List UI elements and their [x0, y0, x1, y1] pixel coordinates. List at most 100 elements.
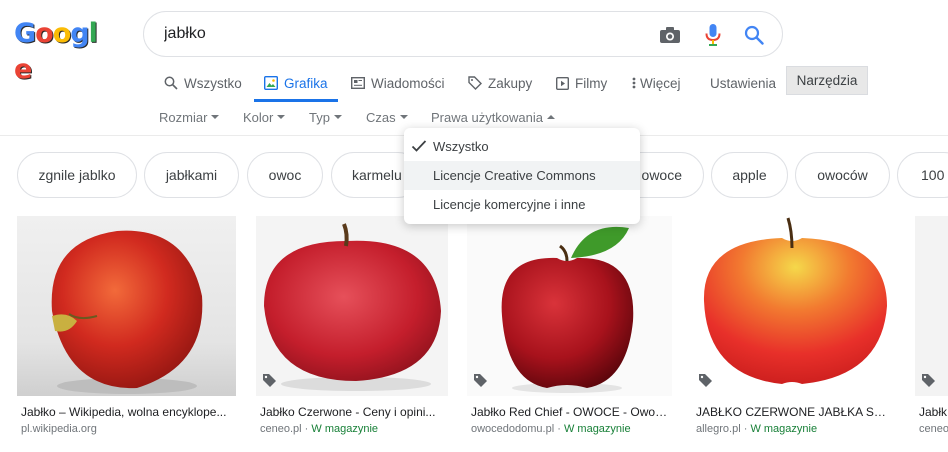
settings-link[interactable]: Ustawienia — [710, 64, 776, 102]
related-chip[interactable]: owoc — [247, 152, 323, 198]
tab-label: Wiadomości — [371, 75, 445, 91]
tab-videos[interactable]: Filmy — [556, 64, 607, 102]
result-title[interactable]: JABŁKO CZERWONE JABŁKA SZT... — [696, 405, 893, 419]
source-separator: · — [743, 423, 748, 435]
result-source: ceneo.pl · W magazynie — [260, 423, 378, 435]
filter-usage-rights[interactable]: Prawa użytkowania — [431, 106, 555, 128]
shopping-tag-icon — [473, 373, 488, 388]
stock-badge: W magazynie — [311, 423, 379, 435]
chip-label: owoc — [268, 167, 302, 183]
source-domain: owocedodomu.pl — [471, 423, 555, 435]
caret-up-icon — [547, 115, 555, 119]
camera-icon[interactable] — [657, 22, 683, 48]
related-chip[interactable]: owoców — [795, 152, 890, 198]
source-separator: · — [557, 423, 561, 435]
caret-down-icon — [399, 115, 408, 119]
related-chip[interactable]: apple — [711, 152, 788, 198]
result-title[interactable]: Jabłko Red Chief - OWOCE - Owoc... — [471, 405, 670, 419]
search-icon[interactable] — [741, 22, 767, 48]
related-chip[interactable]: zgnile jablko — [17, 152, 137, 198]
stock-badge: W magazynie — [563, 423, 631, 435]
tab-label: Ustawienia — [710, 75, 777, 91]
source-domain: allegro.pl — [696, 423, 741, 435]
filter-label: Typ — [309, 109, 330, 125]
logo-letter: g — [70, 18, 89, 49]
chip-label: apple — [732, 167, 767, 183]
chip-label: owoce — [641, 167, 682, 183]
tab-label: Zakupy — [488, 75, 533, 91]
stock-badge: W magazynie — [750, 423, 818, 435]
result-source: owocedodomu.pl · W magazynie — [471, 423, 631, 435]
tab-all[interactable]: Wszystko — [164, 64, 242, 102]
filter-color[interactable]: Kolor — [243, 106, 286, 128]
shopping-tag-icon — [698, 373, 713, 388]
result-title[interactable]: Jabłk — [919, 405, 948, 419]
image-icon — [264, 76, 278, 90]
tab-label: Grafika — [284, 75, 328, 91]
result-source: pl.wikipedia.org — [21, 423, 97, 435]
apple-thumbnail[interactable] — [915, 216, 948, 396]
dropdown-item-label: Licencje komercyjne i inne — [433, 197, 586, 212]
tab-label: Wszystko — [184, 75, 242, 91]
filter-label: Kolor — [243, 109, 274, 125]
source-separator: · — [304, 423, 309, 435]
tab-more[interactable]: Więcej — [632, 64, 681, 102]
search-input[interactable] — [164, 24, 644, 44]
tag-icon — [468, 76, 482, 90]
apple-thumbnail[interactable] — [467, 216, 672, 396]
chip-label: 100 r — [921, 167, 948, 183]
caret-down-icon — [211, 115, 220, 119]
result-title[interactable]: Jabłko Czerwone - Ceny i opini... — [260, 405, 446, 419]
apple-thumbnail[interactable] — [17, 216, 236, 396]
caret-down-icon — [277, 115, 286, 119]
filter-label: Prawa użytkowania — [431, 109, 543, 125]
checkmark-icon — [411, 139, 427, 156]
source-domain: pl.wikipedia.org — [21, 423, 97, 435]
search-box — [143, 11, 783, 57]
chip-label: zgnile jablko — [38, 167, 116, 183]
play-icon — [556, 76, 569, 90]
related-chip[interactable]: 100 r — [897, 152, 948, 198]
shopping-tag-icon — [262, 373, 277, 388]
dropdown-item-creative-commons[interactable]: Licencje Creative Commons — [404, 161, 640, 190]
dropdown-item-label: Wszystko — [433, 139, 489, 154]
filter-label: Czas — [366, 109, 396, 125]
dropdown-item-label: Licencje Creative Commons — [433, 168, 596, 183]
result-source: allegro.pl · W magazynie — [696, 423, 817, 435]
usage-rights-dropdown: Wszystko Licencje Creative Commons Licen… — [404, 128, 640, 224]
shopping-tag-icon — [921, 373, 936, 388]
search-icon — [164, 76, 178, 90]
result-title[interactable]: Jabłko – Wikipedia, wolna encyklope... — [21, 405, 234, 419]
logo-letter: o — [35, 18, 54, 49]
caret-down-icon — [333, 115, 342, 119]
tab-images[interactable]: Grafika — [254, 64, 338, 102]
google-logo[interactable]: Google — [14, 16, 110, 85]
tools-button[interactable]: Narzędzia — [786, 66, 868, 95]
apple-thumbnail[interactable] — [692, 216, 895, 396]
related-chip[interactable]: jabłkami — [144, 152, 239, 198]
tools-filter-bar: Rozmiar Kolor Typ Czas Prawa użytkowania — [0, 106, 948, 128]
source-domain: ceneo.pl — [260, 423, 302, 435]
apple-thumbnail[interactable] — [256, 216, 448, 396]
tab-shopping[interactable]: Zakupy — [468, 64, 532, 102]
filter-time[interactable]: Czas — [366, 106, 408, 128]
filter-size[interactable]: Rozmiar — [159, 106, 220, 128]
source-domain: ceneo — [919, 423, 948, 435]
microphone-icon[interactable] — [700, 22, 726, 48]
news-icon — [351, 77, 365, 89]
image-result[interactable]: Jabłk ceneo — [915, 216, 948, 452]
chip-label: karmelu — [352, 167, 402, 183]
tab-news[interactable]: Wiadomości — [351, 64, 445, 102]
logo-letter: o — [52, 18, 72, 49]
filter-label: Rozmiar — [159, 109, 208, 125]
result-source: ceneo — [919, 423, 948, 435]
tab-label: Filmy — [575, 75, 608, 91]
tab-label: Więcej — [640, 75, 681, 91]
chip-label: jabłkami — [165, 167, 218, 183]
logo-letter: G — [14, 18, 36, 49]
filter-type[interactable]: Typ — [309, 106, 342, 128]
logo-letter: l — [88, 18, 98, 49]
chip-label: owoców — [817, 167, 868, 183]
dropdown-item-all[interactable]: Wszystko — [404, 132, 640, 161]
dropdown-item-commercial[interactable]: Licencje komercyjne i inne — [404, 190, 640, 219]
